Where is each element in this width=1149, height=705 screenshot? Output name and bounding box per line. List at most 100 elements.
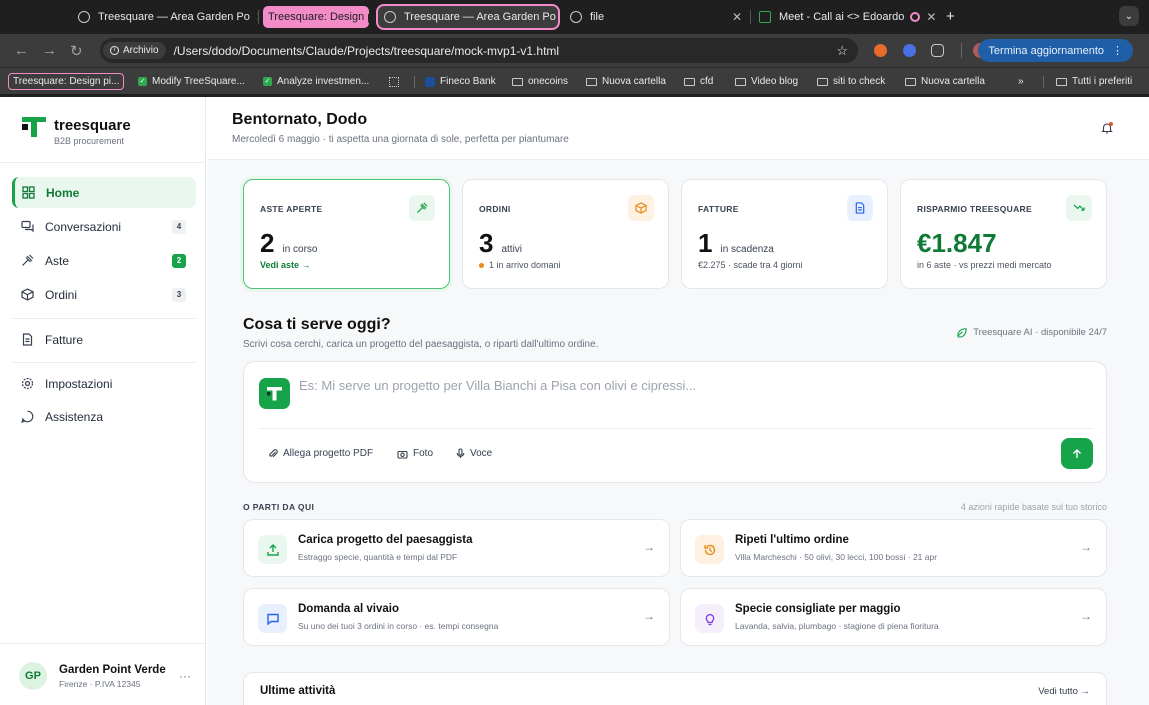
gear-icon [21, 377, 34, 390]
back-icon[interactable]: ← [14, 42, 29, 59]
tab-meet[interactable]: Meet - Call ai <> Edoardo ✕ [759, 6, 939, 28]
recent-title: Ultime attività [260, 685, 336, 697]
extension-icon[interactable] [874, 44, 887, 57]
forward-icon[interactable]: → [42, 42, 57, 59]
close-icon[interactable]: ✕ [556, 10, 558, 24]
help-icon [21, 410, 34, 423]
quick-action-ask-nursery[interactable]: Domanda al vivaio Su uno dei tuoi 3 ordi… [243, 588, 670, 646]
see-auctions-link[interactable]: Vedi aste → [260, 260, 311, 270]
bookmarks-bar: Treesquare: Design pi... ✓ Modify TreeSqu… [0, 67, 1149, 94]
bookmark-folder[interactable]: Tutti i preferiti [1056, 73, 1132, 90]
quick-action-species[interactable]: Specie consigliate per maggio Lavanda, s… [680, 588, 1107, 646]
sidebar-item-assistenza[interactable]: Assistenza [12, 401, 196, 432]
document-icon [847, 195, 873, 221]
send-button[interactable] [1061, 438, 1093, 469]
voice-button[interactable]: Voce [456, 448, 492, 459]
bookmark-folder[interactable]: Video blog [735, 73, 798, 90]
paperclip-icon [269, 449, 278, 458]
chevron-right-icon[interactable]: » [1018, 73, 1024, 90]
tab-group-design[interactable]: Treesquare: Design p [263, 6, 369, 28]
folder-icon [512, 77, 523, 86]
stat-card-ordini[interactable]: ORDINI 3 attivi 1 in arrivo domani [462, 179, 669, 289]
bookmark-group[interactable]: Treesquare: Design pi... [8, 73, 125, 90]
globe-icon [78, 11, 90, 23]
sidebar-item-conversazioni[interactable]: Conversazioni 4 [12, 211, 196, 242]
apps-icon[interactable] [389, 73, 399, 90]
tab-treesquare-active[interactable]: Treesquare — Area Garden Po ✕ [376, 4, 560, 30]
tab-strip: Treesquare — Area Garden Po ✕ Treesquare… [0, 0, 1149, 34]
status-dot [479, 262, 484, 268]
close-icon[interactable]: ✕ [726, 10, 748, 24]
sidebar-item-aste[interactable]: Aste 2 [12, 245, 196, 276]
folder-icon [905, 77, 916, 86]
upload-icon [258, 535, 287, 564]
attach-pdf-button[interactable]: Allega progetto PDF [268, 448, 373, 459]
tab-treesquare-1[interactable]: Treesquare — Area Garden Po ✕ [78, 6, 258, 28]
avatar: GP [19, 662, 47, 690]
bookmark-folder[interactable]: Nuova cartella [905, 73, 985, 90]
fineco-icon [425, 76, 435, 87]
quick-actions-note: 4 azioni rapide basate sul tuo storico [960, 502, 1107, 512]
reload-icon[interactable]: ↻ [70, 42, 83, 60]
page-subtitle: Mercoledì 6 maggio · ti aspetta una gior… [232, 134, 569, 145]
puzzle-icon[interactable] [931, 44, 944, 57]
quick-action-repeat-order[interactable]: Ripeti l'ultimo ordine Villa Marcheschi … [680, 519, 1107, 577]
leaf-icon [957, 328, 967, 338]
user-name: Garden Point Verde [59, 663, 166, 676]
stat-card-aste[interactable]: ASTE APERTE 2 in corso Vedi aste → [243, 179, 450, 289]
close-icon[interactable]: ✕ [920, 10, 939, 24]
sidebar-item-fatture[interactable]: Fatture [12, 324, 196, 355]
user-details: Firenze · P.IVA 12345 [59, 678, 141, 689]
grid-icon [22, 186, 35, 199]
more-icon: ⋮ [1112, 45, 1123, 57]
browser-chrome: Treesquare — Area Garden Po ✕ Treesquare… [0, 0, 1149, 97]
file-chip[interactable]: i Archivio [103, 42, 166, 59]
update-button[interactable]: Termina aggiornamento ⋮ [978, 39, 1133, 62]
document-icon [22, 333, 33, 346]
quick-action-upload[interactable]: Carica progetto del paesaggista Estraggo… [243, 519, 670, 577]
ai-status: Treesquare AI · disponibile 24/7 [956, 327, 1107, 338]
tab-file[interactable]: file ✕ [570, 6, 748, 28]
treesquare-logo-icon [259, 378, 290, 409]
bookmark-item[interactable]: Fineco Bank [425, 73, 496, 90]
chat-icon [21, 220, 34, 233]
sidebar-item-home[interactable]: Home [12, 177, 196, 208]
sidebar-item-ordini[interactable]: Ordini 3 [12, 279, 196, 310]
bookmark-folder[interactable]: cfd [684, 73, 713, 90]
stat-card-fatture[interactable]: FATTURE 1 in scadenza €2.275 · scade tra … [681, 179, 888, 289]
extension-icon[interactable] [903, 44, 916, 57]
box-icon [628, 195, 654, 221]
folder-icon [684, 77, 695, 86]
section-title: Cosa ti serve oggi? [243, 316, 391, 333]
stat-card-risparmio[interactable]: RISPARMIO TREESQUARE €1.847 in 6 aste · … [900, 179, 1107, 289]
logo[interactable]: treesquare B2B procurement [22, 117, 131, 146]
see-all-link[interactable]: Vedi tutto → [1038, 686, 1090, 697]
history-icon [695, 535, 724, 564]
prompt-input[interactable]: Es: Mi serve un progetto per Villa Bianc… [299, 378, 696, 393]
user-profile[interactable]: GP Garden Point Verde Firenze · P.IVA 12… [19, 662, 191, 690]
arrow-right-icon: → [643, 540, 655, 554]
bookmark-folder[interactable]: siti to check [817, 73, 885, 90]
star-icon[interactable]: ☆ [836, 43, 848, 59]
new-tab-icon[interactable]: + [946, 8, 955, 25]
brand-name: treesquare [54, 117, 131, 134]
sidebar-item-impostazioni[interactable]: Impostazioni [12, 368, 196, 399]
gavel-icon [22, 254, 34, 266]
bookmark-item[interactable]: ✓ Analyze investmen... [263, 73, 369, 90]
photo-button[interactable]: Foto [397, 448, 433, 459]
badge-count: 2 [172, 253, 186, 268]
more-icon[interactable]: ··· [179, 669, 191, 683]
bell-icon[interactable] [1101, 122, 1113, 134]
chevron-down-icon[interactable]: ⌄ [1119, 6, 1139, 26]
url-text[interactable]: /Users/dodo/Documents/Claude/Projects/tr… [174, 44, 560, 58]
close-icon[interactable]: ✕ [250, 10, 258, 24]
bookmark-folder[interactable]: onecoins [512, 73, 568, 90]
globe-icon [570, 11, 582, 23]
bookmark-folder[interactable]: Nuova cartella [586, 73, 666, 90]
recording-icon [910, 12, 921, 22]
badge-count: 3 [172, 287, 186, 302]
sidebar: treesquare B2B procurement Home Conversa… [0, 97, 206, 705]
bookmark-item[interactable]: ✓ Modify TreeSquare... [138, 73, 245, 90]
main-content: Bentornato, Dodo Mercoledì 6 maggio · ti… [207, 97, 1149, 705]
omnibox[interactable]: i Archivio /Users/dodo/Documents/Claude/… [100, 38, 858, 63]
